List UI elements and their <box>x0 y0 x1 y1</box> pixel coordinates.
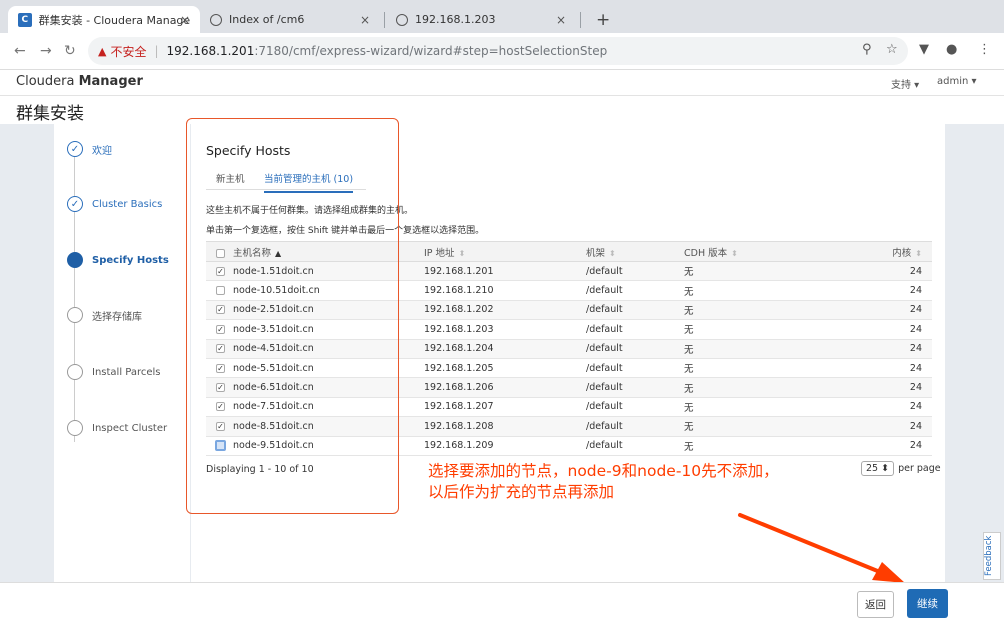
continue-button[interactable]: 继续 <box>907 589 948 618</box>
feedback-tab[interactable]: Feedback <box>983 532 1001 580</box>
back-button[interactable]: 返回 <box>857 591 894 618</box>
wizard-footer <box>0 582 1004 622</box>
annotation-arrow <box>738 513 905 583</box>
